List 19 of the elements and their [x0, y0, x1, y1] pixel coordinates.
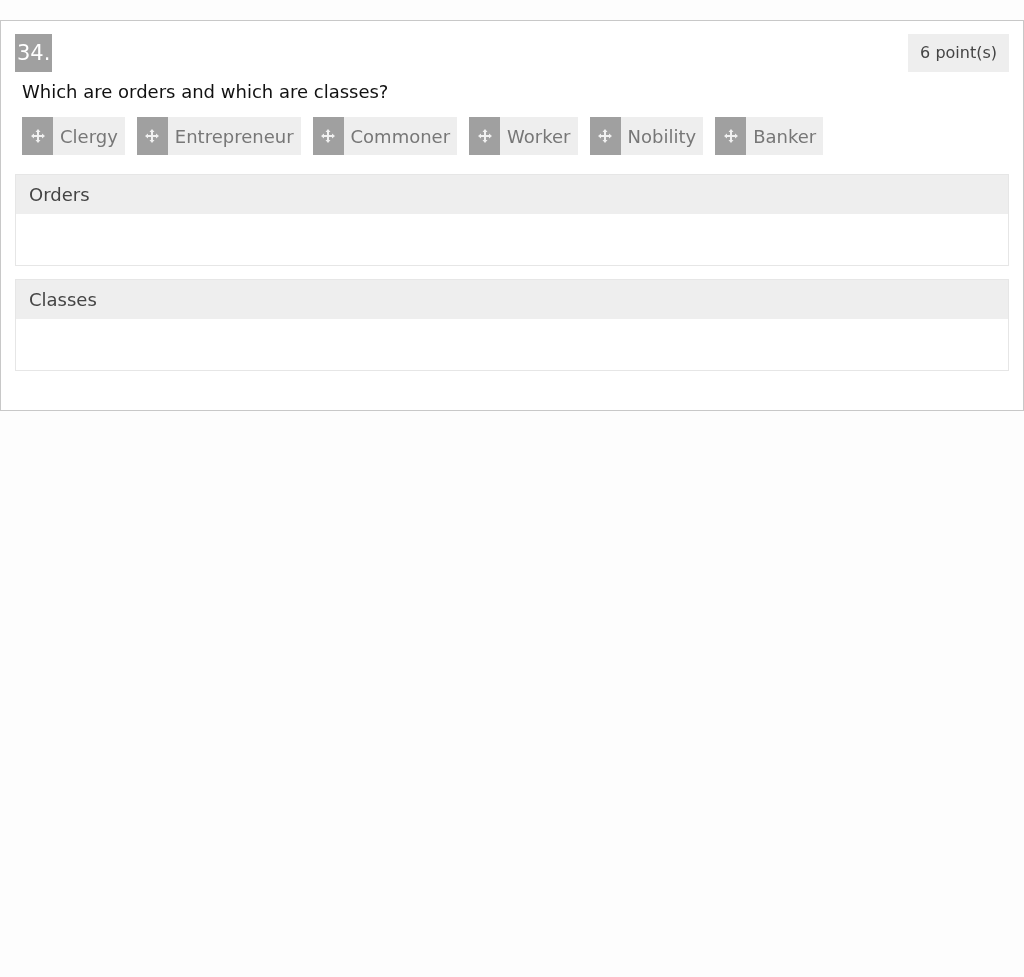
move-icon: [597, 128, 613, 144]
move-icon: [29, 128, 46, 144]
draggable-item[interactable]: Nobility: [589, 117, 704, 155]
move-icon: [144, 128, 161, 144]
move-icon: [476, 128, 493, 144]
points-label: 6 point(s): [908, 34, 1009, 72]
draggable-item[interactable]: Clergy: [22, 117, 125, 155]
zone-header: Classes: [16, 280, 1008, 319]
move-icon: [320, 128, 337, 144]
draggable-item[interactable]: Entrepreneur: [136, 117, 301, 155]
question-prompt: Which are orders and which are classes?: [22, 80, 390, 104]
draggable-item[interactable]: Worker: [469, 117, 578, 155]
drop-zone[interactable]: Classes: [15, 279, 1009, 371]
zone-header: Orders: [16, 175, 1008, 214]
move-icon: [722, 128, 739, 144]
draggable-item[interactable]: Banker: [715, 117, 824, 155]
drop-zone[interactable]: Orders: [15, 174, 1009, 266]
question-number: 34.: [15, 34, 53, 72]
draggable-item[interactable]: Commoner: [312, 117, 458, 155]
